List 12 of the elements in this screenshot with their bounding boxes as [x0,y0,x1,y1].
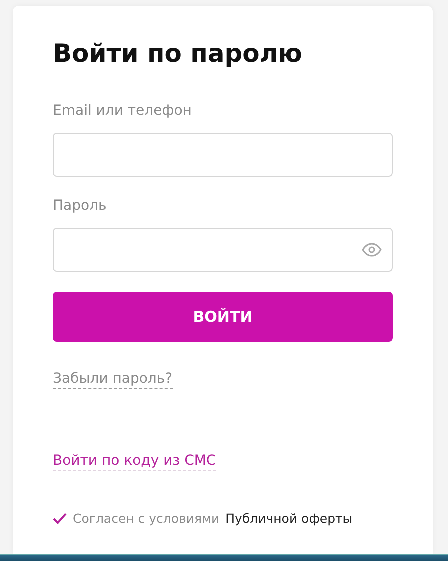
field-label: Email или телефон [53,102,192,120]
offer-link[interactable]: Публичной оферты [226,511,353,526]
field-label: Пароль [53,197,107,215]
login-button[interactable]: ВОЙТИ [53,292,393,342]
input-field[interactable] [53,133,393,177]
sms-login-link[interactable]: Войти по коду из СМС [53,452,216,471]
page-title: Войти по паролю [53,40,304,68]
eye-icon[interactable] [362,243,382,257]
check-icon[interactable] [53,512,67,524]
password-field[interactable] [53,228,393,272]
forgot-password-link[interactable]: Забыли пароль? [53,370,173,389]
consent-text: Согласен с условиями [73,511,220,526]
